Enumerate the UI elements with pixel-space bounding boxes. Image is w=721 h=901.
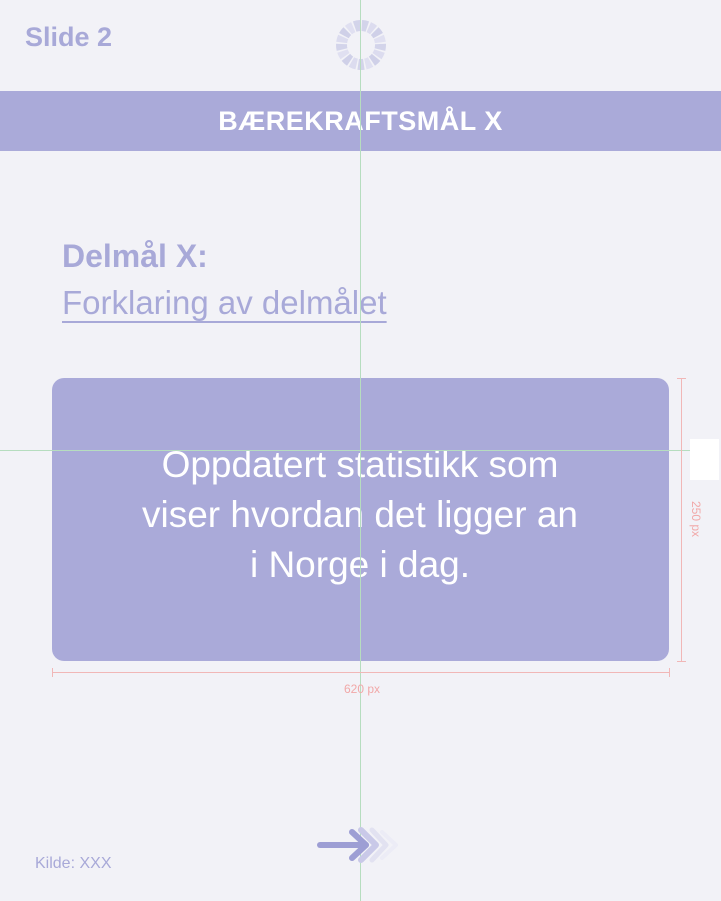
guide-marker — [690, 439, 719, 480]
horizontal-guide-line — [0, 450, 690, 451]
source-label: Kilde: XXX — [35, 855, 112, 872]
width-dimension-line — [52, 672, 669, 673]
subgoal-title: Delmål X: — [62, 238, 208, 274]
height-dimension-line — [681, 378, 682, 662]
sdg-wheel-icon — [336, 20, 386, 70]
height-dimension-cap-bottom — [677, 661, 686, 662]
wheel-segment — [357, 58, 365, 70]
height-dimension-label: 250 px — [689, 500, 703, 538]
wheel-segment — [336, 43, 348, 51]
height-dimension-cap-top — [677, 378, 686, 379]
width-dimension-cap-left — [52, 668, 53, 677]
arrow-right-icon[interactable] — [316, 826, 406, 864]
subgoal-description: Forklaring av delmålet — [62, 284, 387, 321]
wheel-segment — [374, 43, 386, 51]
width-dimension-cap-right — [669, 668, 670, 677]
width-dimension-label: 620 px — [343, 682, 381, 696]
slide-label: Slide 2 — [25, 22, 113, 52]
